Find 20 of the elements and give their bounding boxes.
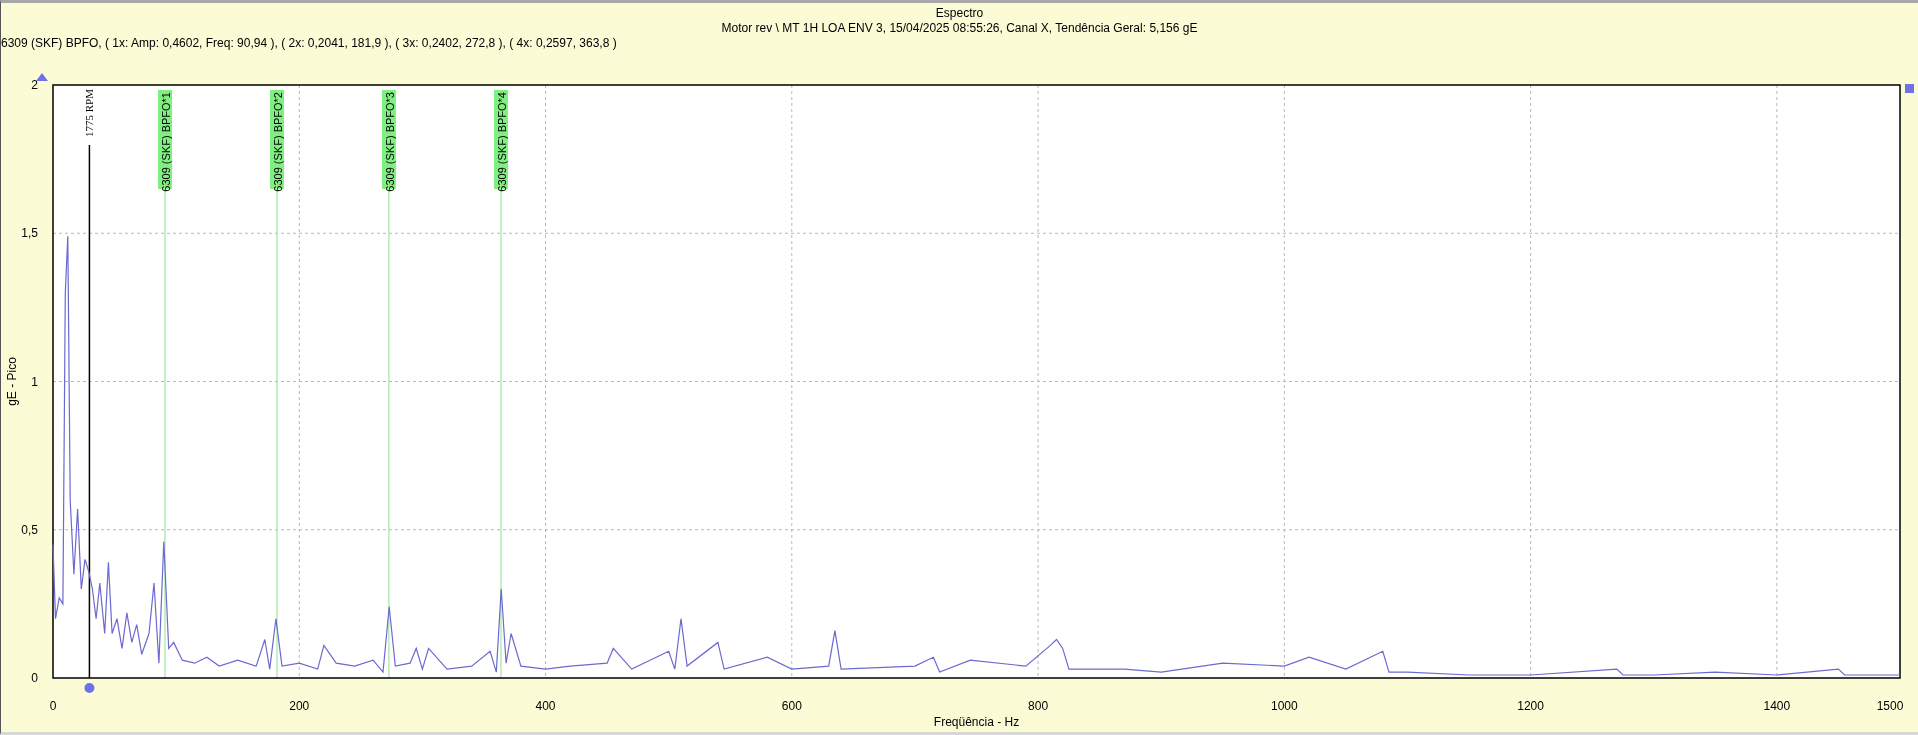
x-tick-label: 800 xyxy=(1028,699,1049,713)
x-tick-label: 1200 xyxy=(1517,699,1544,713)
x-tick-label: 400 xyxy=(535,699,556,713)
y-axis-title: gE - Pico xyxy=(5,357,19,406)
x-tick-label: 1400 xyxy=(1763,699,1791,713)
y-tick-label: 0,5 xyxy=(21,522,38,537)
x-tick-label: 1500 xyxy=(1876,699,1904,713)
x-tick-label: 0 xyxy=(49,699,57,713)
x-tick-label: 1000 xyxy=(1271,699,1298,713)
chart-subtitle: Motor rev \ MT 1H LOA ENV 3, 15/04/2025 08:55:26, Canal X, Tendência Geral: 5,156 gE xyxy=(721,21,1198,36)
chart-title: Espectro xyxy=(935,6,984,21)
bearing-info-text: 6309 (SKF) BPFO, ( 1x: Amp: 0,4602, Freq: 90,94 ), ( 2x: 0,2041, 181,9 ), ( 3x: 0,2402, 272,8 ), ( 4x: 0,2597, 363,8 ) xyxy=(1,36,617,51)
y-tick-label: 0 xyxy=(31,671,38,685)
y-tick-label: 1,5 xyxy=(21,226,38,241)
speed-marker-label: 1775 RPM xyxy=(83,89,96,137)
y-tick-label: 1 xyxy=(31,374,38,389)
y-tick-label: 2 xyxy=(31,78,38,92)
x-axis-title: Freqüência - Hz xyxy=(933,715,1020,729)
x-tick-label: 600 xyxy=(781,699,802,713)
x-tick-label: 200 xyxy=(289,699,310,713)
